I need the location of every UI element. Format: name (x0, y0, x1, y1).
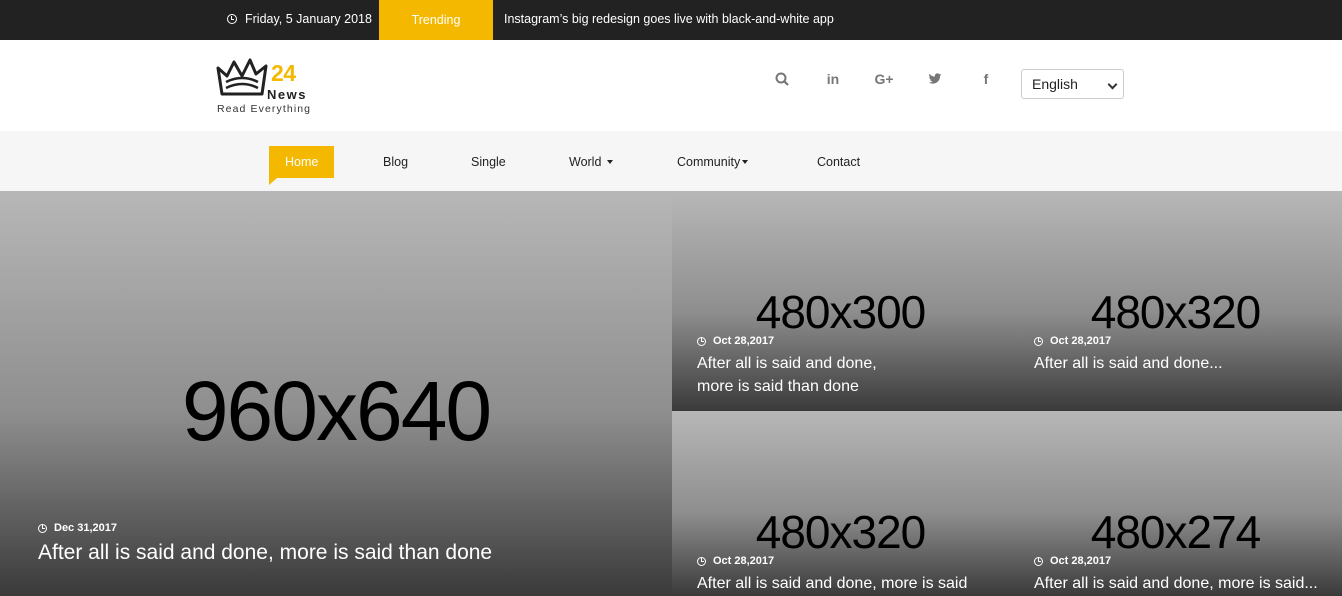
nav-community-label: Community (677, 155, 741, 169)
article-title-line: more is said than done (697, 378, 859, 395)
nav-blog[interactable]: Blog (383, 146, 408, 178)
crown-logo-icon (216, 58, 268, 96)
article-title[interactable]: After all is said and done, more is said… (38, 541, 492, 565)
article-date: Oct 28,2017 (1034, 335, 1111, 347)
image-placeholder: 960x640 (181, 364, 492, 458)
top-bar: Friday, 5 January 2018 Trending Instagra… (0, 0, 1342, 55)
featured-article-2[interactable]: 480x320 Oct 28,2017 After all is said an… (1009, 191, 1342, 411)
image-placeholder: 480x274 (1090, 506, 1262, 558)
clock-icon (38, 523, 47, 533)
caret-down-icon (607, 160, 614, 164)
date-text: Friday, 5 January 2018 (245, 12, 372, 26)
caret-down-icon (742, 160, 749, 164)
trending-label: Trending (379, 0, 493, 55)
clock-icon (697, 556, 706, 566)
article-date: Dec 31,2017 (38, 522, 117, 534)
facebook-icon[interactable]: f (975, 68, 997, 90)
current-date: Friday, 5 January 2018 (227, 0, 372, 38)
featured-article-4[interactable]: 480x274 Oct 28,2017 After all is said an… (1009, 411, 1342, 596)
article-date-text: Oct 28,2017 (1050, 335, 1112, 347)
article-date: Oct 28,2017 (697, 555, 774, 567)
article-title[interactable]: After all is said and done... (1034, 352, 1223, 375)
clock-icon (1034, 556, 1043, 566)
clock-icon (697, 336, 706, 346)
article-date: Oct 28,2017 (697, 335, 774, 347)
logo-word: News (267, 87, 307, 102)
clock-icon (1034, 336, 1043, 346)
google-plus-icon[interactable]: G+ (873, 68, 895, 90)
image-placeholder: 480x300 (755, 286, 927, 338)
nav-single[interactable]: Single (471, 146, 506, 178)
image-placeholder: 480x320 (1090, 286, 1262, 338)
site-header: 24 News Read Everything in G+ f English (0, 40, 1342, 131)
article-date-text: Oct 28,2017 (713, 335, 775, 347)
article-title[interactable]: After all is said and done, more is said… (1034, 572, 1318, 595)
logo-number: 24 (271, 60, 296, 86)
image-placeholder: 480x320 (755, 506, 927, 558)
article-title[interactable]: After all is said and done, more is said (697, 572, 967, 595)
article-date-text: Dec 31,2017 (54, 522, 117, 534)
article-title-line: After all is said and done, (697, 355, 877, 372)
chevron-down-icon (1107, 79, 1118, 90)
article-date-text: Oct 28,2017 (1050, 555, 1112, 567)
logo-tagline: Read Everything (217, 103, 312, 115)
linkedin-icon[interactable]: in (822, 68, 844, 90)
trending-headline[interactable]: Instagram’s big redesign goes live with … (504, 0, 834, 38)
clock-icon (227, 14, 237, 24)
article-date: Oct 28,2017 (1034, 555, 1111, 567)
site-logo[interactable]: 24 News Read Everything (214, 54, 334, 120)
language-selected-value: English (1032, 76, 1078, 92)
main-nav: Home Blog Single World Community Contact (0, 131, 1342, 191)
nav-community[interactable]: Community (677, 146, 749, 178)
nav-contact[interactable]: Contact (817, 146, 860, 178)
language-select[interactable]: English (1021, 69, 1124, 99)
nav-home[interactable]: Home (269, 146, 335, 185)
featured-article-1[interactable]: 480x300 Oct 28,2017 After all is said an… (672, 191, 1009, 411)
nav-world-label: World (569, 155, 602, 169)
twitter-icon[interactable] (924, 68, 946, 90)
nav-world[interactable]: World (569, 146, 614, 178)
search-icon[interactable] (771, 68, 793, 90)
featured-article-3[interactable]: 480x320 Oct 28,2017 After all is said an… (672, 411, 1009, 596)
article-date-text: Oct 28,2017 (713, 555, 775, 567)
article-title[interactable]: After all is said and done, more is said… (697, 352, 877, 398)
featured-main-article[interactable]: 960x640 Dec 31,2017 After all is said an… (0, 191, 672, 596)
